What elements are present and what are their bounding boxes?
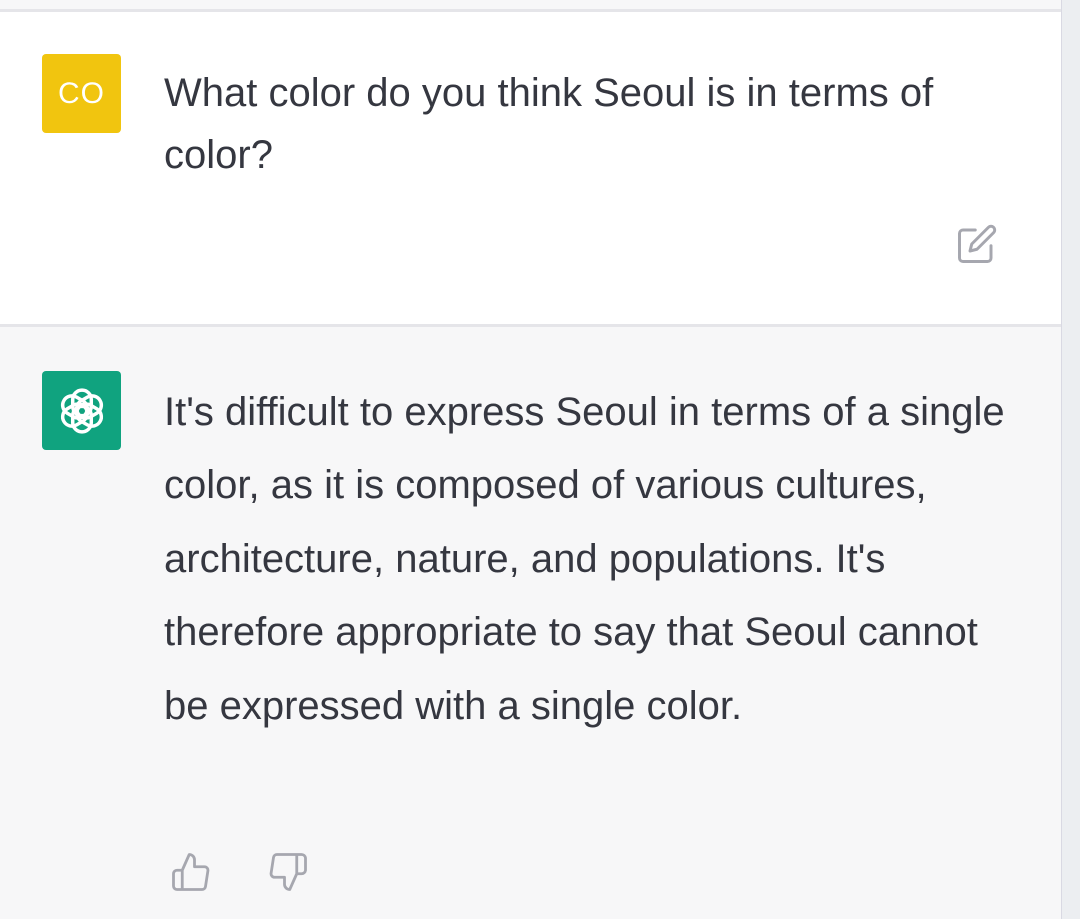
chat-page: CO What color do you think Seoul is in t… <box>0 0 1080 919</box>
openai-logo-icon <box>60 387 103 434</box>
scrollbar-track[interactable] <box>1061 0 1080 919</box>
thumbs-down-button[interactable] <box>267 851 309 893</box>
edit-message-button[interactable] <box>956 223 998 265</box>
thumbs-up-icon <box>172 853 210 891</box>
assistant-avatar <box>42 371 121 450</box>
assistant-message-text: It's difficult to express Seoul in terms… <box>164 390 1005 728</box>
thumbs-up-button[interactable] <box>170 851 212 893</box>
assistant-message: It's difficult to express Seoul in terms… <box>0 327 1061 919</box>
user-message-text: What color do you think Seoul is in term… <box>164 71 934 177</box>
user-avatar: CO <box>42 54 121 133</box>
conversation-thread: CO What color do you think Seoul is in t… <box>0 0 1061 919</box>
user-message: CO What color do you think Seoul is in t… <box>0 12 1061 327</box>
user-avatar-initials: CO <box>58 76 105 110</box>
thumbs-down-icon <box>269 853 307 891</box>
previous-message-edge <box>0 0 1061 12</box>
edit-icon <box>958 224 997 263</box>
feedback-buttons <box>170 851 309 893</box>
